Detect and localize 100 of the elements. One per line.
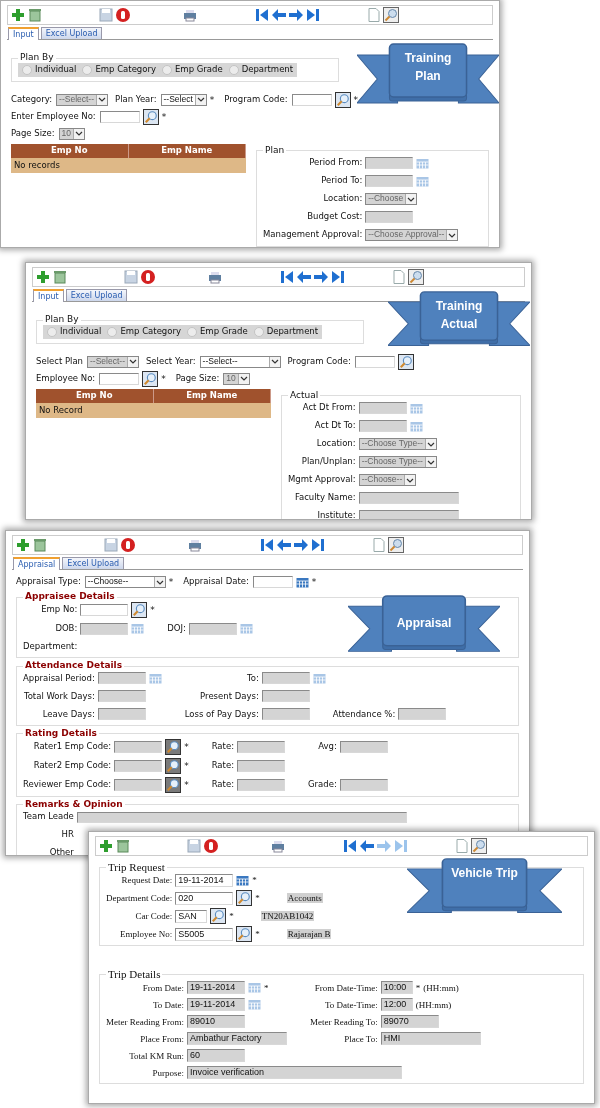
arrow-left-icon[interactable]	[359, 838, 375, 854]
field-label: Employee No:	[119, 928, 173, 940]
calendar-icon[interactable]	[236, 875, 250, 887]
input-field[interactable]	[99, 372, 140, 385]
search-button[interactable]	[142, 370, 159, 387]
bin-icon[interactable]	[52, 269, 68, 285]
required-mark: *	[168, 577, 174, 588]
skip-forward-icon[interactable]	[330, 269, 346, 285]
magnifier-icon[interactable]	[471, 838, 487, 854]
column-header[interactable]: Emp Name	[128, 143, 246, 158]
field-label: Reviewer Emp Code:	[23, 779, 112, 790]
input-field[interactable]	[291, 93, 332, 106]
column-header[interactable]: Emp No	[36, 388, 154, 403]
arrow-right-icon[interactable]	[288, 7, 304, 23]
radio-option[interactable]: Emp Category	[82, 65, 156, 76]
search-button[interactable]	[397, 353, 414, 370]
required-mark: *	[415, 982, 421, 993]
magnifier-icon[interactable]	[408, 269, 424, 285]
arrow-left-icon[interactable]	[276, 537, 292, 553]
column-header[interactable]: Emp No	[11, 143, 129, 158]
input-field[interactable]	[80, 604, 129, 617]
field-label: Leave Days:	[41, 709, 95, 720]
skip-back-icon[interactable]	[279, 269, 295, 285]
document-icon[interactable]	[371, 537, 387, 553]
arrow-right-icon[interactable]	[313, 269, 329, 285]
arrow-right-icon[interactable]	[293, 537, 309, 553]
printer-icon[interactable]	[187, 537, 203, 553]
required-mark: *	[184, 741, 189, 753]
input-field[interactable]: S5005	[175, 927, 234, 941]
printer-icon[interactable]	[207, 269, 223, 285]
plus-icon[interactable]	[35, 269, 51, 285]
radio-option[interactable]: Department	[228, 65, 294, 76]
printer-icon[interactable]	[182, 7, 198, 23]
section-title: Actual	[289, 390, 320, 401]
dropdown[interactable]: --Select	[160, 93, 207, 106]
field-label: Budget Cost:	[306, 212, 363, 223]
skip-back-icon[interactable]	[259, 537, 275, 553]
stop-icon[interactable]	[120, 537, 136, 553]
input-field[interactable]	[252, 576, 293, 589]
skip-back-icon[interactable]	[254, 7, 270, 23]
plus-icon[interactable]	[98, 838, 114, 854]
tab[interactable]: Input	[8, 27, 39, 41]
bin-icon[interactable]	[27, 7, 43, 23]
magnifier-icon[interactable]	[388, 537, 404, 553]
dropdown[interactable]: --Choose--	[84, 576, 166, 589]
input-field[interactable]	[354, 355, 395, 368]
radio-option[interactable]: Emp Category	[107, 327, 181, 338]
radio-option[interactable]: Individual	[47, 327, 102, 338]
column-header[interactable]: Emp Name	[153, 388, 271, 403]
field-label: Present Days:	[199, 691, 259, 702]
search-button[interactable]	[236, 926, 253, 943]
radio-option[interactable]: Emp Grade	[187, 327, 248, 338]
radio-option[interactable]: Emp Grade	[162, 65, 223, 76]
stop-icon[interactable]	[203, 838, 219, 854]
skip-forward-icon[interactable]	[305, 7, 321, 23]
bin-icon[interactable]	[115, 838, 131, 854]
document-icon[interactable]	[366, 7, 382, 23]
field-label: Emp No:	[40, 605, 78, 615]
tab[interactable]: Input	[33, 289, 64, 303]
input-field[interactable]	[99, 110, 140, 123]
field-label: Plan/Unplan:	[300, 457, 356, 468]
radio-option[interactable]: Department	[253, 327, 319, 338]
field-label: Program Code:	[287, 356, 351, 367]
input-field[interactable]: SAN	[175, 909, 208, 923]
ribbon-title: Vehicle Trip	[450, 865, 519, 882]
printer-icon[interactable]	[270, 838, 286, 854]
calendar-icon[interactable]	[295, 576, 309, 588]
search-button[interactable]	[334, 91, 351, 108]
document-icon[interactable]	[454, 838, 470, 854]
dropdown[interactable]: --Select--	[199, 355, 281, 368]
radio-option[interactable]: Individual	[22, 65, 77, 76]
section-title: Remarks & Opinion	[24, 799, 124, 810]
tab[interactable]: Excel Upload	[62, 557, 125, 570]
stop-icon[interactable]	[140, 269, 156, 285]
bin-icon[interactable]	[32, 537, 48, 553]
input-field[interactable]: 020	[175, 891, 234, 905]
search-button[interactable]	[210, 908, 227, 925]
skip-forward-icon[interactable]	[310, 537, 326, 553]
input-field[interactable]: 19-11-2014	[175, 874, 234, 888]
search-button[interactable]	[236, 890, 253, 907]
search-button[interactable]	[131, 602, 148, 619]
value-text: TN20AB1042	[260, 910, 315, 922]
tab[interactable]: Excel Upload	[40, 27, 103, 40]
plus-icon[interactable]	[10, 7, 26, 23]
document-icon[interactable]	[391, 269, 407, 285]
field-label: Act Dt From:	[301, 403, 356, 414]
arrow-left-icon[interactable]	[296, 269, 312, 285]
skip-back-icon[interactable]	[342, 838, 358, 854]
caret-icon	[426, 459, 435, 465]
tab[interactable]: Appraisal	[13, 557, 61, 571]
search-button[interactable]	[142, 108, 159, 125]
stop-icon[interactable]	[115, 7, 131, 23]
arrow-left-icon[interactable]	[271, 7, 287, 23]
plus-icon[interactable]	[15, 537, 31, 553]
field-label: Location:	[315, 439, 356, 450]
tab[interactable]: Excel Upload	[65, 289, 128, 302]
magnifier-icon[interactable]	[383, 7, 399, 23]
field-label: Rate:	[211, 741, 234, 752]
section-title: Trip Request	[107, 861, 166, 874]
field-label: Select Plan	[36, 356, 83, 367]
